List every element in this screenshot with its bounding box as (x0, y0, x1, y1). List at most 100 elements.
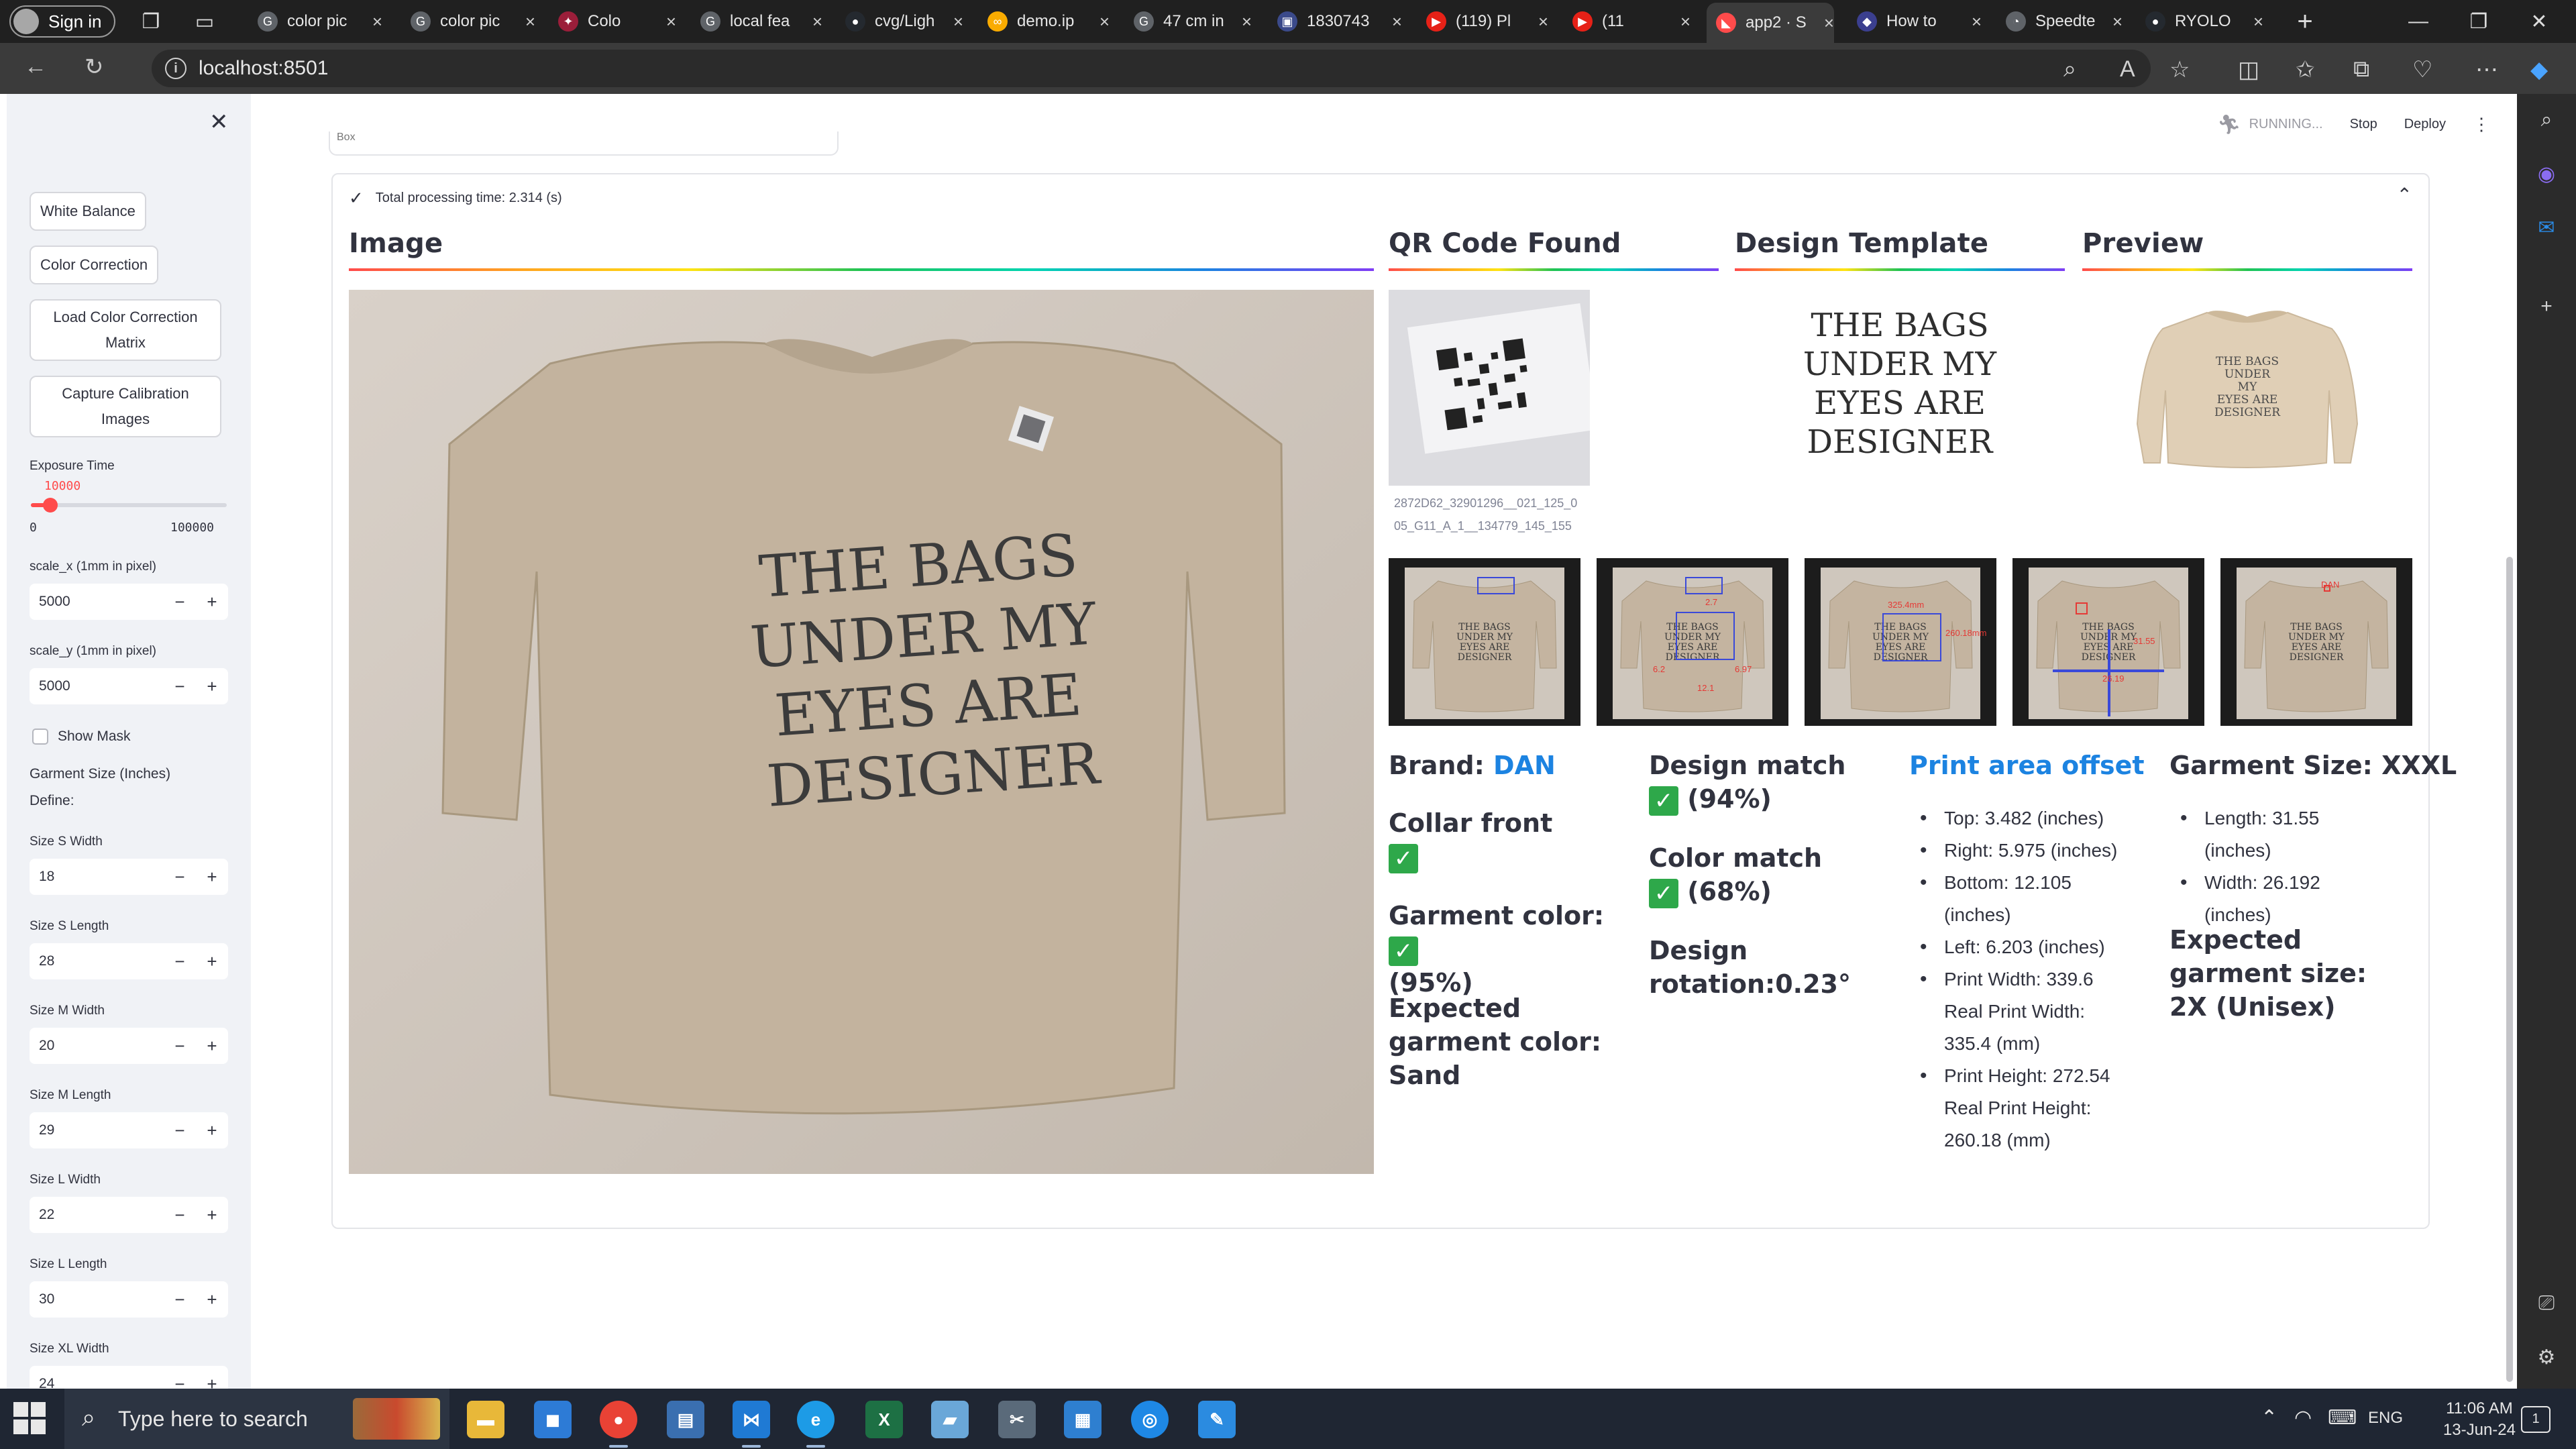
size-input[interactable]: 28− + (30, 943, 228, 979)
size-decrement[interactable]: − (164, 867, 196, 888)
settings-gear-icon[interactable]: ⚙ (2534, 1346, 2559, 1370)
expander-header[interactable]: ✓ Total processing time: 2.314 (s) (349, 188, 562, 209)
copilot-side-icon[interactable]: ◉ (2534, 162, 2559, 186)
zoom-icon[interactable]: ⌕ (2063, 56, 2076, 83)
size-decrement[interactable]: − (164, 951, 196, 972)
back-icon[interactable]: ← (24, 54, 47, 80)
scale-x-input[interactable]: 5000 − + (30, 584, 228, 620)
browser-tab[interactable]: ● cvg/Ligh × (836, 4, 963, 39)
size-increment[interactable]: + (196, 951, 228, 972)
size-input[interactable]: 30− + (30, 1281, 228, 1318)
browser-tab[interactable]: ∞ demo.ip × (978, 4, 1110, 39)
outlook-icon[interactable]: ✉ (2534, 216, 2559, 240)
size-decrement[interactable]: − (164, 1120, 196, 1141)
edge-icon[interactable]: e (797, 1401, 835, 1448)
workspaces-icon[interactable]: ❐ (121, 0, 181, 43)
close-tab-icon[interactable]: × (1972, 11, 1982, 32)
keyboard-icon[interactable]: ⌨ (2328, 1406, 2357, 1430)
browser-tab[interactable]: ▶ (11 × (1563, 4, 1690, 39)
scale-y-input[interactable]: 5000 − + (30, 668, 228, 704)
close-tab-icon[interactable]: × (525, 11, 535, 32)
scale-x-increment[interactable]: + (196, 592, 228, 612)
size-value[interactable]: 20 (30, 1038, 164, 1054)
close-window-button[interactable]: ✕ (2502, 0, 2576, 43)
browser-tab[interactable]: ▶ (119) Pl × (1417, 4, 1548, 39)
size-value[interactable]: 30 (30, 1291, 164, 1307)
size-input[interactable]: 29− + (30, 1112, 228, 1148)
size-decrement[interactable]: − (164, 1374, 196, 1389)
white-balance-button[interactable]: White Balance (30, 192, 146, 231)
copilot-icon[interactable]: ◆ (2530, 56, 2548, 83)
scale-x-decrement[interactable]: − (164, 592, 196, 612)
exposure-slider[interactable] (31, 498, 227, 513)
chevron-up-icon[interactable]: ⌃ (2397, 184, 2412, 206)
scale-y-value[interactable]: 5000 (30, 678, 164, 694)
size-decrement[interactable]: − (164, 1036, 196, 1057)
close-tab-icon[interactable]: × (2253, 11, 2263, 32)
browser-tab[interactable]: Gcolor pic × (401, 4, 535, 39)
reload-icon[interactable]: ↻ (85, 54, 104, 80)
main-scrollbar[interactable] (2506, 557, 2513, 1382)
file-explorer-icon[interactable]: ▬ (467, 1401, 504, 1438)
profile-signin-button[interactable]: Sign in (9, 5, 115, 38)
size-increment[interactable]: + (196, 1205, 228, 1226)
size-increment[interactable]: + (196, 1289, 228, 1310)
clock[interactable]: 11:06 AM 13-Jun-24 (2443, 1398, 2516, 1441)
size-decrement[interactable]: − (164, 1205, 196, 1226)
tray-chevron-icon[interactable]: ⌃ (2261, 1406, 2277, 1430)
scale-y-increment[interactable]: + (196, 676, 228, 697)
close-tab-icon[interactable]: × (1099, 11, 1110, 32)
scale-x-value[interactable]: 5000 (30, 594, 164, 610)
remote-desktop-icon[interactable]: ▤ (667, 1401, 704, 1438)
close-tab-icon[interactable]: × (666, 11, 676, 32)
store-icon[interactable]: ◼ (534, 1401, 572, 1438)
browser-tab[interactable]: ◔ Speedte × (1996, 4, 2123, 39)
size-input[interactable]: 18− + (30, 859, 228, 895)
new-tab-button[interactable]: + (2278, 0, 2332, 43)
size-increment[interactable]: + (196, 1374, 228, 1389)
chrome-icon[interactable]: ● (600, 1401, 637, 1448)
close-sidebar-icon[interactable]: ✕ (209, 109, 229, 136)
browser-tab[interactable]: ● RYOLO × (2136, 4, 2263, 39)
notification-center-button[interactable]: 1 (2521, 1406, 2551, 1433)
close-tab-icon[interactable]: × (812, 11, 822, 32)
size-increment[interactable]: + (196, 1120, 228, 1141)
read-aloud-icon[interactable]: A (2120, 56, 2135, 83)
notes-app-icon[interactable]: ▰ (931, 1401, 969, 1438)
load-color-correction-matrix-button[interactable]: Load Color Correction Matrix (30, 299, 221, 361)
browser-essentials-icon[interactable]: ♡ (2412, 56, 2432, 83)
exposure-slider-thumb[interactable] (43, 498, 58, 513)
screen-capture-icon[interactable]: ⎚ (2534, 1292, 2559, 1316)
messenger-icon[interactable]: ◎ (1131, 1401, 1169, 1438)
capture-calibration-images-button[interactable]: Capture Calibration Images (30, 376, 221, 437)
snipping-tool-icon[interactable]: ✂ (998, 1401, 1036, 1438)
favorites-icon[interactable]: ✩ (2296, 56, 2315, 83)
close-tab-icon[interactable]: × (1538, 11, 1548, 32)
close-tab-icon[interactable]: × (2112, 11, 2123, 32)
collections-icon[interactable]: ⧉ (2353, 56, 2369, 83)
size-increment[interactable]: + (196, 1036, 228, 1057)
close-tab-icon[interactable]: × (953, 11, 963, 32)
vscode-icon[interactable]: ⋈ (733, 1401, 770, 1448)
paint-icon[interactable]: ✎ (1198, 1401, 1236, 1438)
wifi-icon[interactable]: ◠ (2294, 1406, 2312, 1430)
size-value[interactable]: 29 (30, 1122, 164, 1138)
size-increment[interactable]: + (196, 867, 228, 888)
size-value[interactable]: 24 (30, 1376, 164, 1389)
size-input[interactable]: 22− + (30, 1197, 228, 1233)
size-input[interactable]: 20− + (30, 1028, 228, 1064)
browser-tab[interactable]: ✦ Colo × (549, 4, 676, 39)
start-button[interactable] (13, 1402, 47, 1436)
size-input[interactable]: 24− + (30, 1366, 228, 1389)
color-correction-button[interactable]: Color Correction (30, 246, 159, 284)
deploy-button[interactable]: Deploy (2404, 117, 2446, 132)
browser-tab[interactable]: G 47 cm in × (1124, 4, 1252, 39)
size-value[interactable]: 18 (30, 869, 164, 885)
size-value[interactable]: 22 (30, 1207, 164, 1223)
language-indicator[interactable]: ENG (2368, 1409, 2403, 1428)
close-tab-icon[interactable]: × (1242, 11, 1252, 32)
favorite-star-icon[interactable]: ☆ (2169, 56, 2190, 83)
close-tab-icon[interactable]: × (1824, 13, 1834, 34)
scale-y-decrement[interactable]: − (164, 676, 196, 697)
stop-button[interactable]: Stop (2350, 117, 2377, 132)
